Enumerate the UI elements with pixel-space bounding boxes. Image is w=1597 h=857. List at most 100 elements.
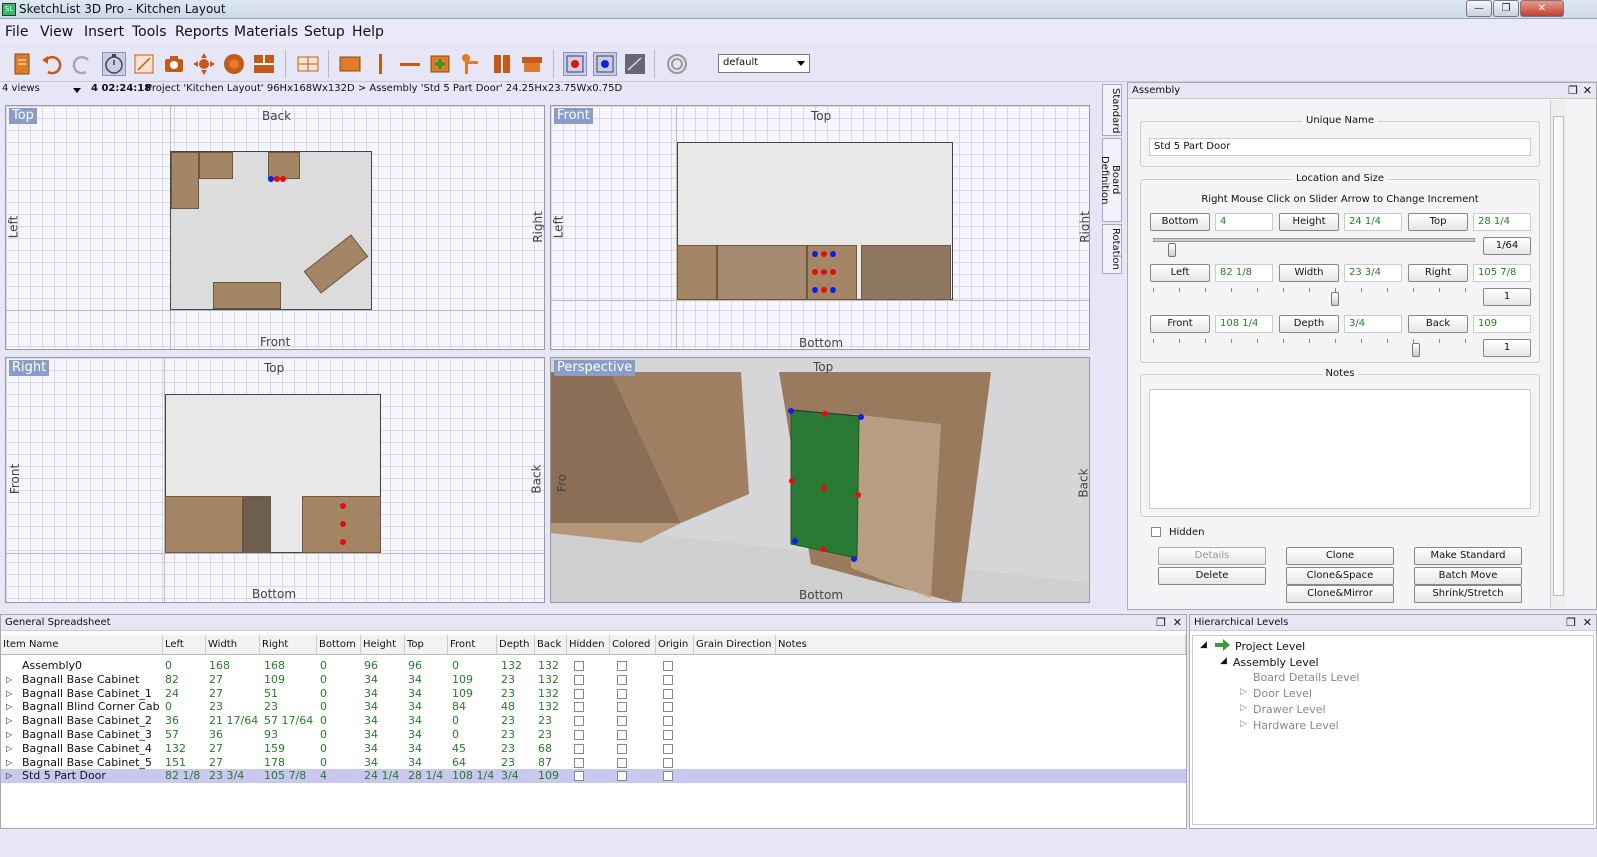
height-button[interactable]: Height bbox=[1279, 213, 1339, 231]
handle-point[interactable] bbox=[340, 521, 346, 527]
horizontal-increment[interactable]: 1 bbox=[1483, 288, 1531, 306]
depth-increment[interactable]: 1 bbox=[1483, 339, 1531, 357]
handle-point[interactable] bbox=[830, 287, 836, 293]
width-button[interactable]: Width bbox=[1279, 264, 1339, 282]
close-icon[interactable]: ✕ bbox=[1583, 616, 1592, 629]
row-cell[interactable]: 36 bbox=[209, 728, 223, 741]
row-cell[interactable]: 34 bbox=[408, 687, 422, 700]
row-cell[interactable]: 23 3/4 bbox=[209, 769, 244, 782]
top-view[interactable]: Top Back Front Left Right bbox=[5, 105, 545, 350]
row-cell[interactable]: 132 bbox=[538, 687, 559, 700]
tree-item-board-details[interactable]: Board Details Level bbox=[1253, 671, 1360, 684]
row-cell[interactable]: 27 bbox=[209, 673, 223, 686]
row-origin-checkbox[interactable] bbox=[663, 716, 673, 727]
hidden-checkbox[interactable] bbox=[1151, 527, 1161, 537]
row-cell[interactable]: 159 bbox=[264, 742, 285, 755]
close-window-button[interactable]: ✕ bbox=[1520, 0, 1564, 17]
row-cell[interactable]: 34 bbox=[364, 728, 378, 741]
batch-move-button[interactable]: Batch Move bbox=[1414, 567, 1522, 585]
row-cell[interactable]: 34 bbox=[408, 673, 422, 686]
row-cell[interactable]: 0 bbox=[320, 659, 327, 672]
minimize-button[interactable]: — bbox=[1466, 0, 1492, 17]
row-cell[interactable]: 0 bbox=[320, 756, 327, 769]
table-row[interactable]: ▷ Bagnall Base Cabinet_4 132 27 159 0 34 34 45 23… bbox=[1, 742, 1186, 756]
bottom-field[interactable]: 4 bbox=[1215, 213, 1273, 231]
back-button[interactable]: Back bbox=[1408, 315, 1468, 333]
row-cell[interactable]: 28 1/4 bbox=[408, 769, 443, 782]
expand-icon[interactable]: ▷ bbox=[6, 758, 12, 767]
collapse-icon[interactable]: ▷ bbox=[1240, 687, 1247, 697]
tab-board-definition[interactable]: Board Definition bbox=[1099, 138, 1122, 222]
tree-item-drawer-level[interactable]: Drawer Level bbox=[1253, 703, 1326, 716]
depth-button[interactable]: Depth bbox=[1279, 315, 1339, 333]
row-cell[interactable]: 132 bbox=[501, 659, 522, 672]
select-points-icon[interactable] bbox=[563, 52, 587, 76]
row-cell[interactable]: 27 bbox=[209, 687, 223, 700]
row-cell[interactable]: 0 bbox=[320, 673, 327, 686]
menu-help[interactable]: Help bbox=[352, 24, 384, 40]
table-row[interactable]: Assembly0 0 168 168 0 96 96 0 132 132 bbox=[1, 659, 1186, 673]
row-cell[interactable]: 36 bbox=[165, 714, 179, 727]
top-button[interactable]: Top bbox=[1408, 213, 1468, 231]
row-cell[interactable]: 151 bbox=[165, 756, 186, 769]
row-cell[interactable]: 96 bbox=[364, 659, 378, 672]
vertical-slider[interactable] bbox=[1153, 238, 1475, 242]
row-cell[interactable]: 0 bbox=[165, 659, 172, 672]
spiral-icon[interactable] bbox=[665, 52, 689, 76]
row-colored-checkbox[interactable] bbox=[617, 661, 627, 671]
row-origin-checkbox[interactable] bbox=[663, 743, 673, 754]
row-cell[interactable]: 0 bbox=[320, 687, 327, 700]
delete-button[interactable]: Delete bbox=[1158, 567, 1266, 585]
unique-name-input[interactable]: Std 5 Part Door bbox=[1149, 138, 1531, 156]
col-height[interactable]: Height bbox=[361, 635, 405, 655]
row-cell[interactable]: 27 bbox=[209, 742, 223, 755]
row-cell[interactable]: 24 bbox=[165, 687, 179, 700]
expand-icon[interactable]: ◢ bbox=[1220, 656, 1227, 666]
handle-point[interactable] bbox=[851, 556, 857, 562]
new-file-icon[interactable] bbox=[10, 52, 34, 76]
row-cell[interactable]: 168 bbox=[209, 659, 230, 672]
col-front[interactable]: Front bbox=[448, 635, 497, 655]
row-cell[interactable]: 34 bbox=[408, 756, 422, 769]
handle-point[interactable] bbox=[812, 287, 818, 293]
width-field[interactable]: 23 3/4 bbox=[1344, 264, 1402, 282]
row-cell[interactable]: 0 bbox=[165, 700, 172, 713]
float-icon[interactable]: ❐ bbox=[1156, 616, 1166, 629]
menu-view[interactable]: View bbox=[40, 24, 73, 40]
row-cell[interactable]: 132 bbox=[538, 673, 559, 686]
row-cell[interactable]: 3/4 bbox=[501, 769, 519, 782]
camera-icon[interactable] bbox=[162, 52, 186, 76]
vertical-board-icon[interactable] bbox=[368, 52, 392, 76]
col-depth[interactable]: Depth bbox=[497, 635, 535, 655]
cabinet-plan[interactable] bbox=[268, 152, 300, 179]
tree-item-door-level[interactable]: Door Level bbox=[1253, 687, 1312, 700]
row-colored-checkbox[interactable] bbox=[617, 757, 627, 768]
depth-slider-thumb[interactable] bbox=[1412, 343, 1420, 357]
handle-point[interactable] bbox=[340, 503, 346, 509]
handle-point[interactable] bbox=[821, 287, 827, 293]
undo-icon[interactable] bbox=[40, 52, 64, 76]
top-field[interactable]: 28 1/4 bbox=[1473, 213, 1531, 231]
row-cell[interactable]: 82 1/8 bbox=[165, 769, 200, 782]
row-origin-checkbox[interactable] bbox=[663, 771, 673, 782]
row-cell[interactable]: 0 bbox=[320, 714, 327, 727]
col-colored[interactable]: Colored bbox=[610, 635, 656, 655]
handle-point[interactable] bbox=[820, 546, 826, 552]
row-origin-checkbox[interactable] bbox=[663, 688, 673, 699]
table-row[interactable]: ▷ Bagnall Base Cabinet_5 151 27 178 0 34 34 64 23… bbox=[1, 756, 1186, 770]
right-view[interactable]: Right Top Bottom Front Back bbox=[5, 357, 545, 603]
row-hidden-checkbox[interactable] bbox=[574, 661, 584, 671]
layout-icon[interactable] bbox=[252, 52, 276, 76]
vertical-increment[interactable]: 1/64 bbox=[1483, 237, 1531, 255]
cabinet-plan[interactable] bbox=[213, 282, 281, 309]
table-row[interactable]: ▷ Bagnall Base Cabinet_3 57 36 93 0 34 34 0 23 23 bbox=[1, 728, 1186, 742]
row-cell[interactable]: 34 bbox=[364, 742, 378, 755]
menu-insert[interactable]: Insert bbox=[84, 24, 124, 40]
expand-icon[interactable]: ▷ bbox=[6, 730, 12, 739]
col-top[interactable]: Top bbox=[405, 635, 448, 655]
height-field[interactable]: 24 1/4 bbox=[1344, 213, 1402, 231]
drawer-icon[interactable] bbox=[296, 52, 320, 76]
handle-point[interactable] bbox=[789, 478, 795, 484]
row-colored-checkbox[interactable] bbox=[617, 771, 627, 782]
bottom-button[interactable]: Bottom bbox=[1150, 213, 1210, 231]
